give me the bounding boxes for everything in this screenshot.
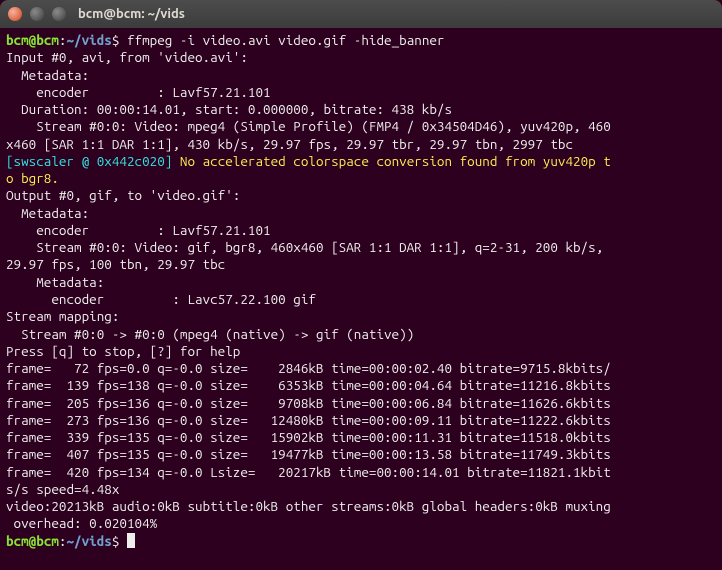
frame-line: s/s speed=4.48x — [6, 481, 119, 497]
output-line: 29.97 fps, 100 tbn, 29.97 tbc — [6, 256, 225, 272]
minimize-icon[interactable] — [30, 7, 44, 21]
close-icon[interactable] — [8, 7, 22, 21]
window-title: bcm@bcm: ~/vids — [78, 7, 185, 21]
summary-line: video:20213kB audio:0kB subtitle:0kB oth… — [6, 498, 611, 514]
output-line: x460 [SAR 1:1 DAR 1:1], 430 kb/s, 29.97 … — [6, 136, 573, 152]
output-line: Input #0, avi, from 'video.avi': — [6, 49, 248, 65]
warn-msg: No accelerated colorspace conversion fou… — [172, 153, 610, 169]
output-line: encoder : Lavc57.22.100 gif — [6, 291, 316, 307]
output-line: Duration: 00:00:14.01, start: 0.000000, … — [6, 101, 452, 117]
prompt-userhost: bcm@bcm — [6, 32, 59, 48]
warn-msg-cont: o bgr8. — [6, 170, 59, 186]
frame-line: frame= 205 fps=136 q=-0.0 size= 9708kB t… — [6, 395, 611, 411]
output-line: encoder : Lavf57.21.101 — [6, 84, 271, 100]
output-line: Stream #0:0: Video: gif, bgr8, 460x460 [… — [6, 239, 611, 255]
prompt-dollar: $ — [112, 533, 120, 549]
frame-line: frame= 420 fps=134 q=-0.0 Lsize= 20217kB… — [6, 464, 611, 480]
frame-line: frame= 72 fps=0.0 q=-0.0 size= 2846kB ti… — [6, 360, 611, 376]
terminal-body[interactable]: bcm@bcm:~/vids$ ffmpeg -i video.avi vide… — [0, 28, 722, 554]
frame-line: frame= 139 fps=138 q=-0.0 size= 6353kB t… — [6, 377, 611, 393]
output-line: Stream #0:0 -> #0:0 (mpeg4 (native) -> g… — [6, 326, 414, 342]
prompt-cwd: ~/vids — [66, 32, 111, 48]
frame-line: frame= 339 fps=135 q=-0.0 size= 15902kB … — [6, 429, 611, 445]
output-line: Stream mapping: — [6, 308, 119, 324]
prompt-userhost: bcm@bcm — [6, 533, 59, 549]
maximize-icon[interactable] — [52, 7, 66, 21]
warn-tag: [swscaler @ 0x442c020] — [6, 153, 172, 169]
cursor — [127, 533, 135, 548]
output-line: Stream #0:0: Video: mpeg4 (Simple Profil… — [6, 118, 611, 134]
output-line: Metadata: — [6, 67, 89, 83]
output-line: Press [q] to stop, [?] for help — [6, 343, 240, 359]
frame-line: frame= 273 fps=136 q=-0.0 size= 12480kB … — [6, 412, 611, 428]
window-titlebar: bcm@bcm: ~/vids — [0, 0, 722, 28]
output-line: encoder : Lavf57.21.101 — [6, 222, 271, 238]
frame-line: frame= 407 fps=135 q=-0.0 size= 19477kB … — [6, 446, 611, 462]
summary-line: overhead: 0.020104% — [6, 515, 157, 531]
prompt-dollar: $ — [112, 32, 120, 48]
command-text: ffmpeg -i video.avi video.gif -hide_bann… — [127, 32, 445, 48]
output-line: Metadata: — [6, 274, 104, 290]
prompt-cwd: ~/vids — [66, 533, 111, 549]
output-line: Metadata: — [6, 205, 89, 221]
output-line: Output #0, gif, to 'video.gif': — [6, 187, 240, 203]
